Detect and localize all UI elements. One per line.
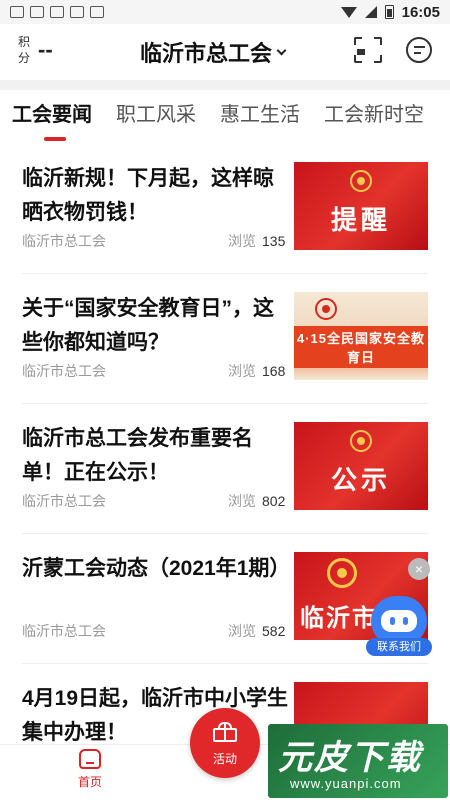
article-title: 关于“国家安全教育日”，这些你都知道吗？ bbox=[22, 297, 274, 354]
nav-home[interactable]: 首页 bbox=[70, 749, 110, 790]
union-emblem-icon bbox=[327, 558, 357, 588]
status-bar: 16:05 bbox=[0, 0, 450, 24]
union-emblem-icon bbox=[350, 170, 372, 192]
article-source: 临沂市总工会 bbox=[22, 363, 106, 379]
article-list: 临沂新规！下月起，这样晾晒衣物罚钱！ 临沂市总工会 浏览 135 提醒 关于“国家… bbox=[0, 144, 450, 794]
notification-icon bbox=[30, 6, 44, 18]
points-widget[interactable]: 积分 -- bbox=[18, 34, 53, 66]
status-time: 16:05 bbox=[401, 3, 440, 21]
wifi-icon bbox=[340, 6, 357, 18]
tab-staff[interactable]: 职工风采 bbox=[116, 90, 196, 144]
signal-icon bbox=[364, 6, 377, 18]
notification-icon bbox=[90, 6, 104, 18]
article-views: 浏览 802 bbox=[228, 493, 286, 509]
divider bbox=[0, 80, 450, 90]
notification-icon bbox=[70, 6, 84, 18]
list-item[interactable]: 临沂新规！下月起，这样晾晒衣物罚钱！ 临沂市总工会 浏览 135 提醒 bbox=[22, 144, 428, 274]
chevron-down-icon bbox=[276, 45, 287, 55]
points-value: -- bbox=[38, 37, 53, 62]
contact-us-label: 联系我们 bbox=[366, 638, 432, 656]
notification-icons bbox=[10, 6, 104, 18]
activity-button[interactable]: 活动 bbox=[190, 708, 260, 778]
notification-icon bbox=[10, 6, 24, 18]
watermark-logo: 元皮下载 www.yuanpi.com bbox=[268, 724, 448, 798]
article-source: 临沂市总工会 bbox=[22, 623, 106, 639]
points-label: 积分 bbox=[18, 35, 31, 65]
nav-home-label: 首页 bbox=[77, 775, 102, 789]
home-icon bbox=[79, 749, 101, 769]
article-thumbnail: 4·15全民国家安全教育日 bbox=[294, 292, 428, 380]
list-item[interactable]: 临沂市总工会发布重要名单！正在公示！ 临沂市总工会 浏览 802 公示 bbox=[22, 404, 428, 534]
article-title: 临沂市总工会发布重要名单！正在公示！ bbox=[22, 427, 253, 484]
city-title: 临沂市总工会 bbox=[140, 41, 273, 66]
article-views: 浏览 168 bbox=[228, 363, 286, 379]
notification-icon bbox=[50, 6, 64, 18]
tab-life[interactable]: 惠工生活 bbox=[220, 90, 300, 144]
article-views: 浏览 135 bbox=[228, 233, 286, 249]
article-source: 临沂市总工会 bbox=[22, 233, 106, 249]
article-thumbnail: 提醒 bbox=[294, 162, 428, 250]
battery-icon bbox=[384, 5, 394, 19]
article-title: 临沂新规！下月起，这样晾晒衣物罚钱！ bbox=[22, 167, 274, 224]
category-tabs: 工会要闻 职工风采 惠工生活 工会新时空 bbox=[0, 90, 450, 144]
union-emblem-icon bbox=[315, 298, 337, 320]
scan-icon[interactable] bbox=[354, 37, 382, 63]
tab-newspace[interactable]: 工会新时空 bbox=[324, 90, 424, 144]
article-thumbnail: 公示 bbox=[294, 422, 428, 510]
list-item[interactable]: 关于“国家安全教育日”，这些你都知道吗？ 临沂市总工会 浏览 168 4·15全民… bbox=[22, 274, 428, 404]
thumbnail-text: 公示 bbox=[330, 465, 391, 495]
contact-us-button[interactable]: 联系我们 bbox=[366, 596, 432, 658]
city-selector[interactable]: 临沂市总工会 bbox=[140, 36, 287, 68]
tab-news[interactable]: 工会要闻 bbox=[12, 90, 92, 144]
thumbnail-text: 4·15全民国家安全教育日 bbox=[294, 326, 428, 368]
watermark-text: 元皮下载 bbox=[278, 739, 422, 777]
article-views: 浏览 582 bbox=[228, 623, 286, 639]
article-title: 沂蒙工会动态（2021年1期） bbox=[22, 557, 291, 580]
activity-label: 活动 bbox=[212, 752, 237, 766]
app-header: 积分 -- 临沂市总工会 bbox=[0, 24, 450, 80]
watermark-url: www.yuanpi.com bbox=[290, 776, 402, 791]
close-icon[interactable]: × bbox=[408, 558, 430, 580]
gift-icon bbox=[213, 722, 237, 742]
thumbnail-text: 提醒 bbox=[330, 205, 391, 235]
article-source: 临沂市总工会 bbox=[22, 493, 106, 509]
union-emblem-icon bbox=[350, 430, 372, 452]
message-icon[interactable] bbox=[406, 37, 432, 63]
